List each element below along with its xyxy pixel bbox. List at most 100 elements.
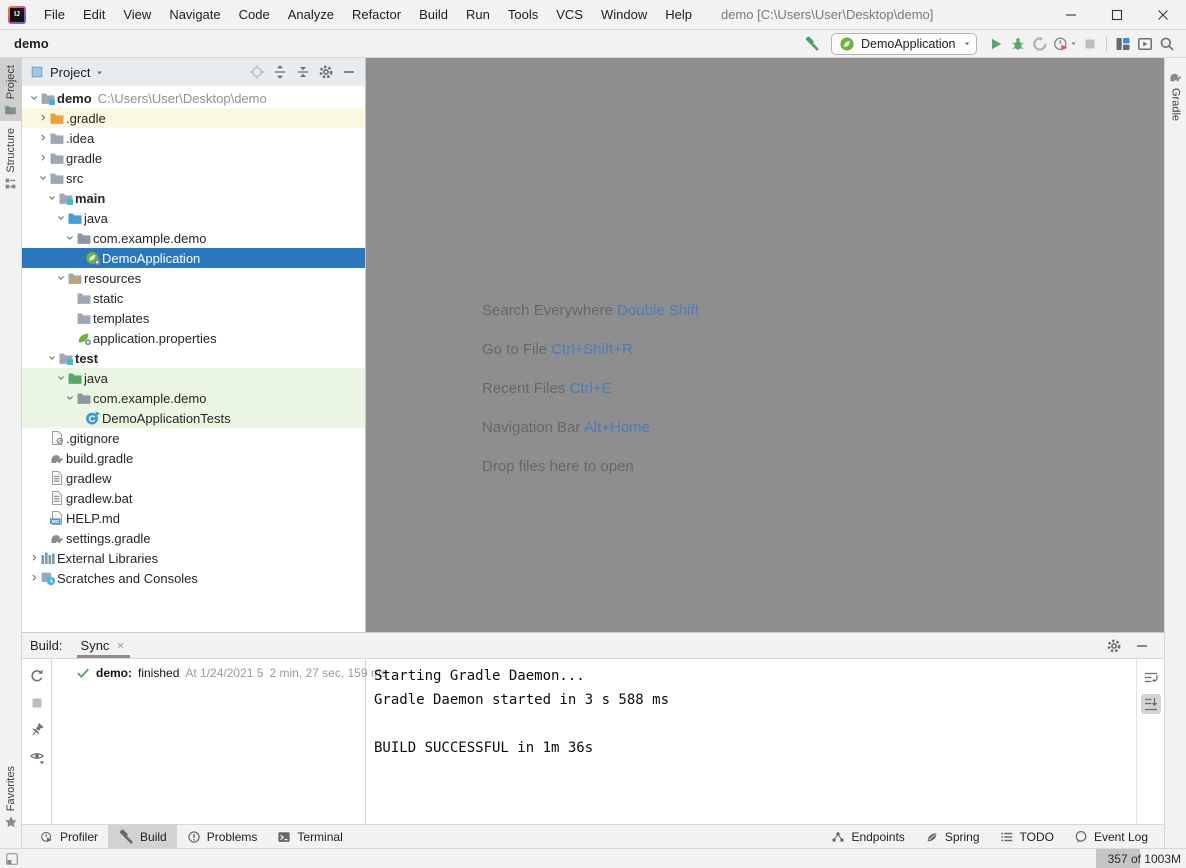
title-bar: IJ File Edit View Navigate Code Analyze Refact… bbox=[0, 0, 1186, 30]
tree-row-application-properties[interactable]: application.properties bbox=[22, 328, 365, 348]
chevron-right-icon[interactable] bbox=[37, 152, 49, 164]
build-status-row[interactable]: demo: finished At 1/24/2021 5 2 min, 27 … bbox=[76, 666, 387, 680]
chevron-down-icon[interactable] bbox=[55, 272, 67, 284]
toolwindow-button-problems[interactable]: Problems bbox=[177, 825, 268, 848]
chevron-down-icon[interactable] bbox=[46, 192, 58, 204]
debug-icon[interactable] bbox=[1007, 33, 1029, 55]
tree-row-demoapplicationtests[interactable]: C DemoApplicationTests bbox=[22, 408, 365, 428]
chevron-right-icon[interactable] bbox=[37, 132, 49, 144]
stop-disabled-icon[interactable] bbox=[29, 695, 45, 711]
tree-row-help-md[interactable]: MD HELP.md bbox=[22, 508, 365, 528]
scroll-to-end-icon[interactable] bbox=[1140, 694, 1161, 714]
toolwindow-toggle-icon[interactable] bbox=[5, 852, 19, 866]
tree-row-com-example-demo[interactable]: com.example.demo bbox=[22, 228, 365, 248]
expand-all-icon[interactable] bbox=[272, 64, 288, 80]
tree-row-resources[interactable]: resources bbox=[22, 268, 365, 288]
profiler-button[interactable] bbox=[1051, 33, 1079, 55]
stripe-button-gradle[interactable]: Gradle bbox=[1165, 62, 1186, 126]
menu-file[interactable]: File bbox=[35, 7, 74, 22]
chevron-down-icon[interactable] bbox=[64, 232, 76, 244]
menu-analyze[interactable]: Analyze bbox=[279, 7, 343, 22]
tree-row-gradle[interactable]: .gradle bbox=[22, 108, 365, 128]
tree-row-build-gradle[interactable]: build.gradle bbox=[22, 448, 365, 468]
tree-row-external-libraries[interactable]: External Libraries bbox=[22, 548, 365, 568]
breadcrumb[interactable]: demo bbox=[14, 36, 49, 51]
tree-row-demoapplication[interactable]: DemoApplication bbox=[22, 248, 365, 268]
toolwindow-button-event-log[interactable]: Event Log bbox=[1064, 825, 1158, 848]
build-hammer-icon[interactable] bbox=[801, 33, 823, 55]
run-configuration-select[interactable]: DemoApplication bbox=[831, 32, 977, 55]
tree-row-test[interactable]: test bbox=[22, 348, 365, 368]
chevron-down-icon[interactable] bbox=[55, 212, 67, 224]
menu-view[interactable]: View bbox=[114, 7, 160, 22]
tree-row-idea[interactable]: .idea bbox=[22, 128, 365, 148]
hide-icon[interactable] bbox=[1134, 638, 1150, 654]
close-button[interactable] bbox=[1140, 0, 1186, 29]
close-icon[interactable] bbox=[115, 640, 126, 651]
chevron-down-icon[interactable] bbox=[94, 67, 105, 78]
memory-indicator[interactable]: 357 of 1003M bbox=[1096, 849, 1186, 868]
stripe-button-favorites[interactable]: Favorites bbox=[0, 759, 22, 834]
chevron-down-icon[interactable] bbox=[37, 172, 49, 184]
chevron-down-icon[interactable] bbox=[28, 92, 40, 104]
stripe-button-project[interactable]: Project bbox=[0, 58, 22, 122]
pin-icon[interactable] bbox=[29, 722, 45, 738]
coverage-icon[interactable] bbox=[1029, 33, 1051, 55]
tree-row-gradle[interactable]: gradle bbox=[22, 148, 365, 168]
tree-row-main[interactable]: main bbox=[22, 188, 365, 208]
menu-vcs[interactable]: VCS bbox=[547, 7, 592, 22]
tree-row-gitignore[interactable]: .gitignore bbox=[22, 428, 365, 448]
menu-help[interactable]: Help bbox=[656, 7, 701, 22]
project-panel-title[interactable]: Project bbox=[50, 65, 90, 80]
tree-row-scratches-and-consoles[interactable]: Scratches and Consoles bbox=[22, 568, 365, 588]
tab-sync[interactable]: Sync bbox=[76, 633, 131, 658]
locate-icon[interactable] bbox=[249, 64, 265, 80]
chevron-down-icon[interactable] bbox=[55, 372, 67, 384]
search-icon[interactable] bbox=[1156, 33, 1178, 55]
toolwindow-button-profiler[interactable]: Profiler bbox=[30, 825, 108, 848]
run-window-icon[interactable] bbox=[1134, 33, 1156, 55]
toolwindow-button-build[interactable]: Build bbox=[108, 825, 177, 848]
stop-icon[interactable] bbox=[1079, 33, 1101, 55]
settings-icon[interactable] bbox=[318, 64, 334, 80]
toolwindow-button-spring[interactable]: Spring bbox=[915, 825, 990, 848]
tree-row-demo[interactable]: demo C:\Users\User\Desktop\demo bbox=[22, 88, 365, 108]
tree-row-src[interactable]: src bbox=[22, 168, 365, 188]
minimize-button[interactable] bbox=[1048, 0, 1094, 29]
toolwindow-button-todo[interactable]: TODO bbox=[990, 825, 1064, 848]
menu-refactor[interactable]: Refactor bbox=[343, 7, 410, 22]
stripe-button-structure[interactable]: Structure bbox=[0, 121, 22, 195]
chevron-right-icon[interactable] bbox=[28, 552, 40, 564]
chevron-down-icon[interactable] bbox=[64, 392, 76, 404]
chevron-right-icon[interactable] bbox=[37, 112, 49, 124]
toolwindow-button-label: TODO bbox=[1019, 829, 1054, 844]
tree-row-settings-gradle[interactable]: settings.gradle bbox=[22, 528, 365, 548]
run-icon[interactable] bbox=[985, 33, 1007, 55]
tree-row-java[interactable]: java bbox=[22, 368, 365, 388]
chevron-right-icon[interactable] bbox=[28, 572, 40, 584]
layout-icon[interactable] bbox=[1112, 33, 1134, 55]
tree-row-gradlew[interactable]: gradlew bbox=[22, 468, 365, 488]
tree-row-gradlew-bat[interactable]: gradlew.bat bbox=[22, 488, 365, 508]
tree-row-static[interactable]: static bbox=[22, 288, 365, 308]
menu-navigate[interactable]: Navigate bbox=[160, 7, 229, 22]
menu-code[interactable]: Code bbox=[230, 7, 279, 22]
menu-build[interactable]: Build bbox=[410, 7, 457, 22]
tree-row-java[interactable]: java bbox=[22, 208, 365, 228]
show-options-icon[interactable] bbox=[29, 749, 45, 765]
settings-icon[interactable] bbox=[1106, 638, 1122, 654]
menu-window[interactable]: Window bbox=[592, 7, 656, 22]
menu-run[interactable]: Run bbox=[457, 7, 499, 22]
menu-tools[interactable]: Tools bbox=[499, 7, 547, 22]
refresh-icon[interactable] bbox=[29, 668, 45, 684]
menu-edit[interactable]: Edit bbox=[74, 7, 114, 22]
collapse-all-icon[interactable] bbox=[295, 64, 311, 80]
chevron-down-icon[interactable] bbox=[46, 352, 58, 364]
toolwindow-button-terminal[interactable]: Terminal bbox=[267, 825, 352, 848]
toolwindow-button-endpoints[interactable]: Endpoints bbox=[821, 825, 914, 848]
maximize-button[interactable] bbox=[1094, 0, 1140, 29]
tree-row-templates[interactable]: templates bbox=[22, 308, 365, 328]
tree-row-com-example-demo[interactable]: com.example.demo bbox=[22, 388, 365, 408]
soft-wrap-icon[interactable] bbox=[1141, 668, 1161, 688]
hide-icon[interactable] bbox=[341, 64, 357, 80]
